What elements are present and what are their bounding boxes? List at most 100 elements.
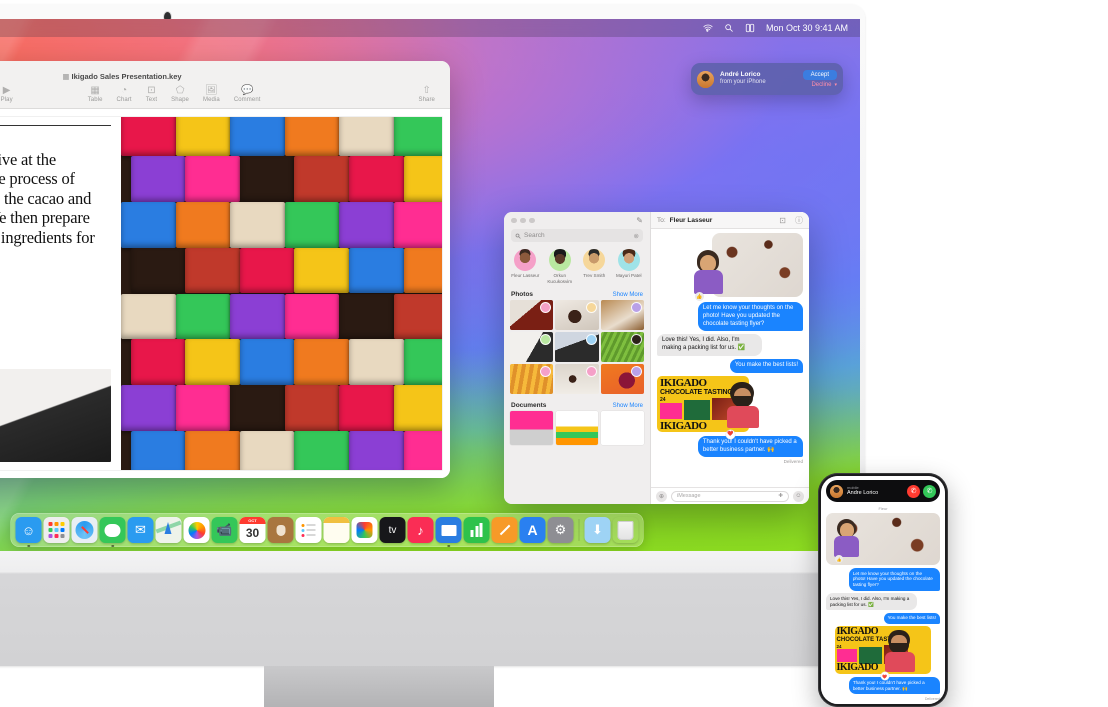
keynote-window[interactable]: ▦Ikigado Sales Presentation.key ▭ View 8… <box>0 61 450 478</box>
photo-thumbnail[interactable] <box>510 300 554 331</box>
iphone-incoming-call-banner[interactable]: mobile Andre Lorico ✆ ✆ <box>826 480 940 502</box>
dock-item-photos[interactable] <box>183 517 210 543</box>
info-icon[interactable]: ⓘ <box>795 215 803 226</box>
message-input[interactable]: iMessage ✚ <box>671 490 789 502</box>
control-center-icon[interactable] <box>745 23 755 33</box>
iphone-screen[interactable]: Fleur 👍 Let me know your thoughts on the… <box>821 476 945 704</box>
close-icon[interactable] <box>511 217 517 224</box>
toolbar-comment-button[interactable]: 💬 Comment <box>234 86 261 104</box>
minimize-icon[interactable] <box>520 217 526 224</box>
toolbar-chart-button[interactable]: ◔ Chart <box>117 86 132 104</box>
dock-item-apple-tv[interactable]: tv <box>379 517 406 543</box>
message-bubble-in[interactable]: Love this! Yes, I did. Also, I'm making … <box>657 334 763 356</box>
iphone-flyer-attachment[interactable]: IKIGADO CHOCOLATE TASTING 24 IKIGADO <box>834 626 932 675</box>
photos-show-more-link[interactable]: Show More <box>613 292 643 298</box>
thread-header[interactable]: To: Fleur Lasseur ⊡ ⓘ <box>651 212 809 229</box>
current-slide[interactable]: PRODUCTION Once all ingredients arrive a… <box>0 117 442 470</box>
dock-item-music[interactable]: ♪ <box>407 517 434 543</box>
toolbar-media-button[interactable]: 🖼 Media <box>203 86 220 104</box>
pinned-contact[interactable]: Trev Smith <box>579 249 610 284</box>
accept-call-button[interactable]: Accept <box>802 70 837 80</box>
zoom-icon[interactable] <box>529 217 535 224</box>
compose-icon[interactable]: ✎ <box>636 216 643 225</box>
clear-icon[interactable]: ⊗ <box>634 232 639 240</box>
search-input[interactable]: Search ⊗ <box>511 229 643 242</box>
dock-item-reminders[interactable] <box>295 517 322 543</box>
dock-item-calendar[interactable]: OCT 30 <box>239 517 266 543</box>
tapback-heart[interactable]: ❤️ <box>725 429 735 439</box>
photo-thumbnail[interactable] <box>555 364 599 395</box>
toolbar-text-button[interactable]: ⊡ Text <box>146 86 157 104</box>
photo-thumbnail[interactable] <box>600 332 644 363</box>
pinned-conversations[interactable]: Fleur Lasseur Orkun Kucukosvim Trev Smit… <box>504 248 650 288</box>
toolbar-play-button[interactable]: ▶ Play <box>1 86 13 104</box>
thread-messages[interactable]: 👍 Let me know your thoughts on the photo… <box>651 229 809 487</box>
tapback-thumbsup[interactable]: 👍 <box>694 292 704 301</box>
dock-item-messages[interactable] <box>99 517 126 543</box>
iphone-message-out[interactable]: Let me know your thoughts on the photo! … <box>848 568 940 591</box>
dock-item-notes[interactable] <box>323 517 350 543</box>
documents-show-more-link[interactable]: Show More <box>613 403 643 409</box>
toolbar-share-button[interactable]: ⇧ Share <box>418 86 435 104</box>
message-bubble-out[interactable]: You make the best lists! <box>729 358 803 373</box>
photo-thumbnail[interactable] <box>510 364 554 395</box>
dock-item-system-settings[interactable]: ⚙ <box>547 517 574 543</box>
iphone-message-in[interactable]: Love this! Yes, I did. Also, I'm making … <box>826 593 918 611</box>
search-icon[interactable] <box>724 23 734 33</box>
documents-row[interactable] <box>504 411 650 446</box>
incoming-call-notification[interactable]: André Lorico from your iPhone Accept Dec… <box>691 63 843 95</box>
menubar-clock[interactable]: Mon Oct 30 9:41 AM <box>766 23 848 33</box>
keynote-titlebar[interactable]: ▦ Ikigado Sales Presentation.key <box>0 61 450 81</box>
dock-item-facetime[interactable]: 📹 <box>211 517 238 543</box>
document-thumbnail[interactable] <box>510 411 553 446</box>
dock-item-numbers[interactable] <box>463 517 490 543</box>
dock-item-contacts[interactable] <box>267 517 294 543</box>
photo-thumbnail[interactable] <box>555 332 599 363</box>
toolbar-shape-button[interactable]: ⬠ Shape <box>171 86 189 104</box>
iphone-messages-thread[interactable]: Fleur 👍 Let me know your thoughts on the… <box>821 476 945 704</box>
dock-item-app-store[interactable]: A <box>519 517 546 543</box>
emoji-icon[interactable]: ☺ <box>793 490 804 502</box>
dock[interactable]: ☺ ✉ 📹 OCT 30 tv ♪ A ⚙ ⬇ <box>10 513 644 547</box>
document-thumbnail[interactable] <box>555 411 599 446</box>
photo-thumbnail[interactable] <box>600 364 644 395</box>
toolbar-table-button[interactable]: ▦ Table <box>88 86 103 104</box>
dock-item-keynote[interactable] <box>435 517 462 543</box>
phone-accept-icon[interactable]: ✆ <box>923 484 936 498</box>
photos-grid[interactable] <box>504 300 650 395</box>
chevron-down-icon[interactable]: ▾ <box>834 82 837 88</box>
apps-icon[interactable]: ⊕ <box>656 490 667 502</box>
decline-call-button[interactable]: Decline ▾ <box>811 82 837 88</box>
dock-item-downloads-folder[interactable]: ⬇ <box>584 517 611 543</box>
message-composer[interactable]: ⊕ iMessage ✚ ☺ <box>651 487 809 504</box>
photo-thumbnail[interactable] <box>510 332 554 363</box>
dock-item-launchpad[interactable] <box>43 517 70 543</box>
video-icon[interactable]: ⊡ <box>779 216 786 225</box>
dock-item-finder[interactable]: ☺ <box>15 517 42 543</box>
menu-bar[interactable]: o Window Help Mon Oct 30 9:41 AM <box>0 19 860 37</box>
phone-decline-icon[interactable]: ✆ <box>907 484 920 498</box>
tapback-heart[interactable]: ❤️ <box>880 672 889 681</box>
send-icon[interactable]: ✚ <box>778 493 783 499</box>
messages-sidebar[interactable]: ✎ Search ⊗ Fleur Lasseur Orkun Kucukosvi… <box>504 212 651 504</box>
pinned-contact[interactable]: Fleur Lasseur <box>510 249 541 284</box>
document-thumbnail[interactable] <box>601 411 644 446</box>
photo-thumbnail[interactable] <box>600 300 644 331</box>
iphone-message-out[interactable]: Thank you! I couldn't have picked a bett… <box>848 677 940 695</box>
messages-window[interactable]: ✎ Search ⊗ Fleur Lasseur Orkun Kucukosvi… <box>504 212 809 504</box>
message-bubble-out[interactable]: Let me know your thoughts on the photo! … <box>697 302 803 332</box>
dock-item-mail[interactable]: ✉ <box>127 517 154 543</box>
dock-item-maps[interactable] <box>155 517 182 543</box>
messages-thread[interactable]: To: Fleur Lasseur ⊡ ⓘ 👍 Let me know your… <box>651 212 809 504</box>
photo-attachment[interactable] <box>712 233 803 297</box>
window-traffic-lights[interactable] <box>511 217 535 224</box>
photo-thumbnail[interactable] <box>555 300 599 331</box>
pinned-contact[interactable]: Orkun Kucukosvim <box>544 249 575 284</box>
thread-recipient[interactable]: Fleur Lasseur <box>670 217 713 224</box>
slide-canvas[interactable]: PRODUCTION Once all ingredients arrive a… <box>0 109 450 478</box>
dock-item-pages[interactable] <box>491 517 518 543</box>
dock-item-trash[interactable] <box>613 517 639 543</box>
message-bubble-out[interactable]: Thank you! I couldn't have picked a bett… <box>697 435 803 458</box>
pinned-contact[interactable]: Mayuri Patel <box>613 249 644 284</box>
iphone-message-out[interactable]: You make the best lists! <box>883 612 940 624</box>
